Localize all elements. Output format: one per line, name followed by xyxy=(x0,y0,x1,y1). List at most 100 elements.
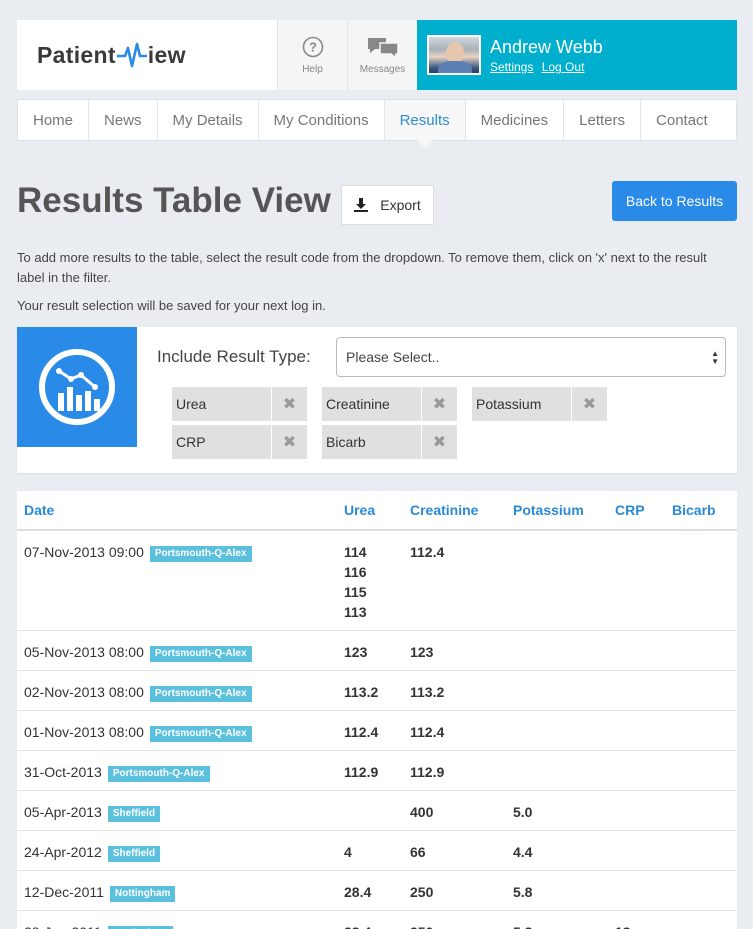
date-text: 05-Apr-2013 xyxy=(24,804,102,820)
urea-value: 115 xyxy=(344,584,367,600)
urea-cell: 113.2 xyxy=(337,670,403,711)
tab-news[interactable]: News xyxy=(89,100,158,140)
col-header-potassium[interactable]: Potassium xyxy=(506,491,608,531)
urea-cell: 28.4 xyxy=(337,870,403,911)
tab-my-conditions[interactable]: My Conditions xyxy=(259,100,385,140)
help-button[interactable]: ? Help xyxy=(277,20,347,90)
source-badge: Sheffield xyxy=(107,846,161,862)
pulse-v-icon xyxy=(116,42,147,68)
potassium-cell xyxy=(506,750,608,791)
back-to-results-button[interactable]: Back to Results xyxy=(612,181,737,221)
remove-crp-button[interactable]: ✖ xyxy=(272,425,307,459)
messages-icon xyxy=(367,37,399,58)
results-chart-icon xyxy=(17,327,137,447)
results-table-container: Date Urea Creatinine Potassium CRP Bicar… xyxy=(17,491,737,929)
urea-cell: 114 116 115 113 xyxy=(337,530,403,631)
potassium-cell xyxy=(506,530,608,631)
remove-urea-button[interactable]: ✖ xyxy=(272,387,307,421)
date-text: 31-Oct-2013 xyxy=(24,764,102,780)
bicarb-cell xyxy=(665,530,737,631)
tab-home[interactable]: Home xyxy=(18,100,90,140)
table-row: 12-Dec-2011 Nottingham 28.4 250 5.8 xyxy=(17,870,737,911)
urea-cell: 123 xyxy=(337,630,403,671)
chip-label: Creatinine xyxy=(322,387,422,421)
remove-potassium-button[interactable]: ✖ xyxy=(572,387,607,421)
col-header-creatinine[interactable]: Creatinine xyxy=(403,491,506,531)
date-text: 02-Nov-2013 08:00 xyxy=(24,684,144,700)
urea-cell: 4 xyxy=(337,830,403,871)
messages-button[interactable]: Messages xyxy=(347,20,417,90)
creatinine-cell: 123 xyxy=(403,630,506,671)
avatar[interactable] xyxy=(427,35,481,75)
logout-link[interactable]: Log Out xyxy=(542,60,585,74)
tab-results[interactable]: Results xyxy=(384,100,466,148)
tab-medicines[interactable]: Medicines xyxy=(466,100,565,140)
chip-crp: CRP ✖ xyxy=(172,425,307,459)
user-panel: Andrew Webb Settings Log Out xyxy=(417,20,737,90)
table-row: 28-Jan-2011Nottingham28.42505.818 xyxy=(17,910,737,929)
crp-cell xyxy=(608,670,665,711)
result-type-select[interactable]: Please Select.. ▲ ▼ xyxy=(336,337,726,377)
remove-creatinine-button[interactable]: ✖ xyxy=(422,387,457,421)
potassium-cell: 4.4 xyxy=(506,830,608,871)
tab-contact[interactable]: Contact xyxy=(641,100,723,140)
table-row: 31-Oct-2013 Portsmouth-Q-Alex 112.9 112.9 xyxy=(17,750,737,791)
date-cell: 02-Nov-2013 08:00 Portsmouth-Q-Alex xyxy=(17,670,337,711)
main-nav: Home News My Details My Conditions Resul… xyxy=(17,99,737,148)
crp-cell xyxy=(608,630,665,671)
date-cell: 28-Jan-2011Nottingham xyxy=(17,910,337,929)
source-badge: Portsmouth-Q-Alex xyxy=(149,726,252,742)
logo-text-left: Patient xyxy=(37,41,116,68)
col-header-date[interactable]: Date xyxy=(17,491,337,531)
table-row: 05-Nov-2013 08:00 Portsmouth-Q-Alex 123 123 xyxy=(17,630,737,671)
crp-cell xyxy=(608,870,665,911)
source-badge: Sheffield xyxy=(107,806,161,822)
date-cell: 31-Oct-2013 Portsmouth-Q-Alex xyxy=(17,750,337,791)
chip-potassium: Potassium ✖ xyxy=(472,387,607,421)
date-cell: 05-Apr-2013 Sheffield xyxy=(17,790,337,831)
bicarb-cell xyxy=(665,870,737,911)
date-text: 12-Dec-2011 xyxy=(24,884,104,900)
include-result-type-label: Include Result Type: xyxy=(157,347,311,366)
urea-cell xyxy=(337,790,403,831)
chip-label: Urea xyxy=(172,387,272,421)
table-row: 01-Nov-2013 08:00 Portsmouth-Q-Alex 112.4 1… xyxy=(17,710,737,751)
chip-label: Potassium xyxy=(472,387,572,421)
creatinine-cell: 112.4 xyxy=(403,530,506,631)
bicarb-cell xyxy=(665,670,737,711)
chip-creatinine: Creatinine ✖ xyxy=(322,387,457,421)
potassium-cell xyxy=(506,710,608,751)
remove-bicarb-button[interactable]: ✖ xyxy=(422,425,457,459)
creatinine-cell: 66 xyxy=(403,830,506,871)
source-badge: Portsmouth-Q-Alex xyxy=(149,646,252,662)
page-title: Results Table View xyxy=(17,181,331,220)
creatinine-cell: 400 xyxy=(403,790,506,831)
urea-value: 114 xyxy=(344,544,367,560)
col-header-urea[interactable]: Urea xyxy=(337,491,403,531)
date-cell: 05-Nov-2013 08:00 Portsmouth-Q-Alex xyxy=(17,630,337,671)
date-cell: 12-Dec-2011 Nottingham xyxy=(17,870,337,911)
logo-text-right: iew xyxy=(147,41,186,68)
urea-cell: 112.9 xyxy=(337,750,403,791)
chip-label: Bicarb xyxy=(322,425,422,459)
col-header-bicarb[interactable]: Bicarb xyxy=(665,491,737,531)
table-row: 07-Nov-2013 09:00 Portsmouth-Q-Alex 114 116… xyxy=(17,530,737,631)
col-header-crp[interactable]: CRP xyxy=(608,491,665,531)
chip-label: CRP xyxy=(172,425,272,459)
save-note-text: Your result selection will be saved for … xyxy=(17,298,326,313)
chip-urea: Urea ✖ xyxy=(172,387,307,421)
table-body: 07-Nov-2013 09:00 Portsmouth-Q-Alex 114 116… xyxy=(17,530,737,929)
source-badge: Portsmouth-Q-Alex xyxy=(107,766,210,782)
result-filter-panel: Include Result Type: Please Select.. ▲ ▼ … xyxy=(17,327,737,473)
table-row: 24-Apr-2012 Sheffield 4 66 4.4 xyxy=(17,830,737,871)
bicarb-cell xyxy=(665,630,737,671)
tab-my-details[interactable]: My Details xyxy=(158,100,259,140)
export-button[interactable]: Export xyxy=(341,185,434,225)
settings-link[interactable]: Settings xyxy=(490,60,533,74)
patientview-logo[interactable]: Patient iew xyxy=(17,20,277,90)
potassium-cell: 5.8 xyxy=(506,870,608,911)
creatinine-cell: 112.9 xyxy=(403,750,506,791)
select-value: Please Select.. xyxy=(346,349,440,365)
date-text: 28-Jan-2011 xyxy=(24,924,102,929)
tab-letters[interactable]: Letters xyxy=(564,100,642,140)
